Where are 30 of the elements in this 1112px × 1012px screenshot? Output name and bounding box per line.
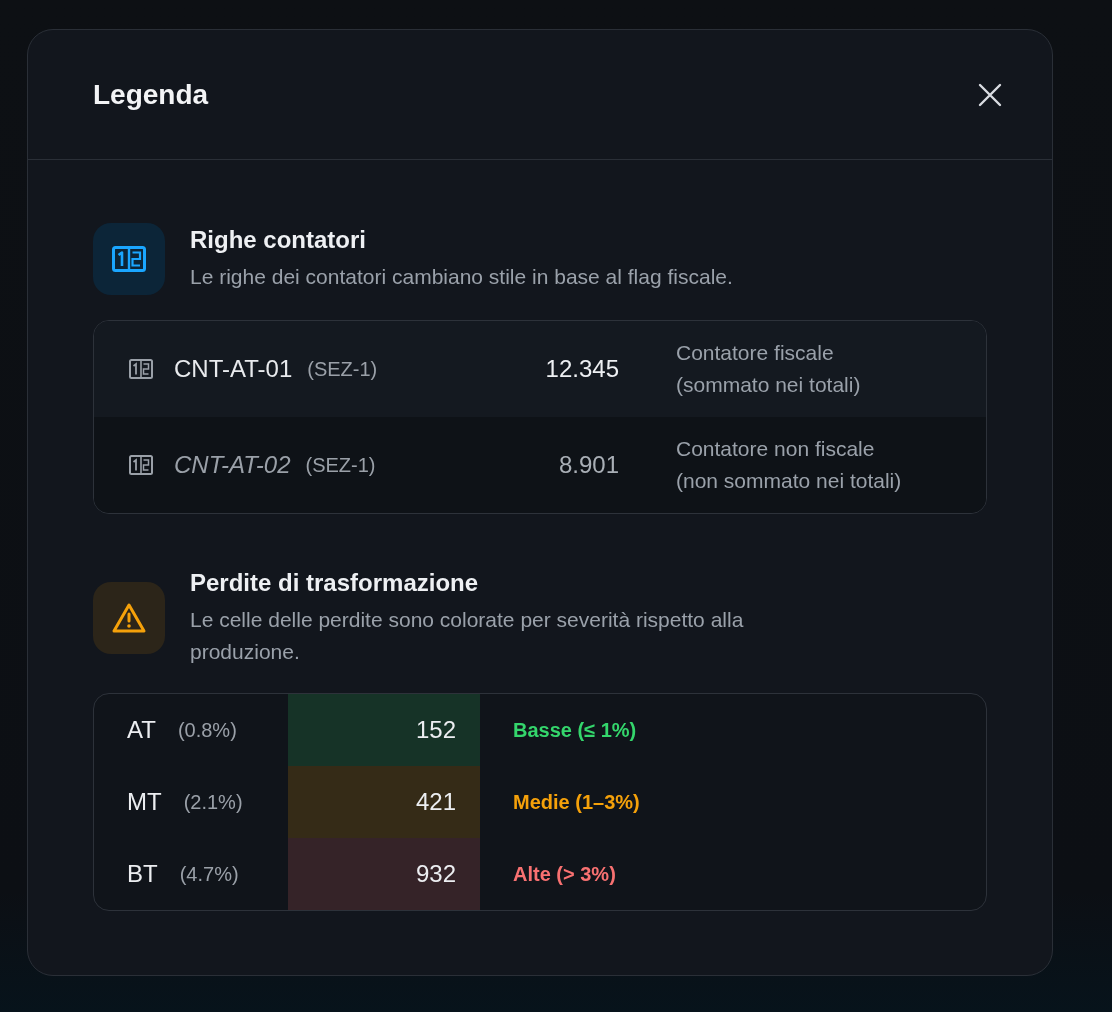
severity-label: Medie (1–3%) (513, 790, 640, 814)
number-tile-icon (129, 455, 153, 475)
meter-name: CNT-AT-01 (174, 355, 293, 383)
close-icon (978, 82, 1002, 107)
loss-value-cell: 421 (288, 766, 480, 838)
warning-icon (93, 582, 165, 654)
severity-label: Basse (≤ 1%) (513, 718, 637, 742)
number-tile-icon (129, 359, 153, 379)
meter-value: 8.901 (557, 451, 619, 479)
loss-percent: (0.8%) (177, 718, 237, 742)
meter-note: Contatore fiscale (sommato nei totali) (676, 340, 861, 398)
voltage-label: MT (127, 788, 162, 816)
severity-label: Alte (> 3%) (513, 862, 616, 886)
voltage-label: AT (127, 716, 156, 744)
loss-percent: (2.1%) (183, 790, 243, 814)
section-title: Righe contatori (190, 225, 366, 255)
meter-value: 12.345 (544, 355, 619, 383)
section-title: Perdite di trasformazione (190, 568, 479, 598)
meter-section: (SEZ-1) (307, 357, 378, 381)
section-description: Le celle delle perdite sono colorate per severità rispetto alla produzione. (190, 607, 745, 665)
meter-section: (SEZ-1) (305, 453, 376, 477)
voltage-label: BT (127, 860, 158, 888)
section-description: Le righe dei contatori cambiano stile in base al flag fiscale. (190, 264, 733, 290)
number-tile-icon (93, 223, 165, 295)
meter-note: Contatore non fiscale (non sommato nei totali) (676, 436, 902, 494)
dialog-title: Legenda (93, 78, 209, 111)
meter-name: CNT-AT-02 (174, 451, 291, 479)
loss-percent: (4.7%) (179, 862, 239, 886)
loss-value-cell: 152 (288, 694, 480, 766)
loss-value-cell: 932 (288, 838, 480, 910)
